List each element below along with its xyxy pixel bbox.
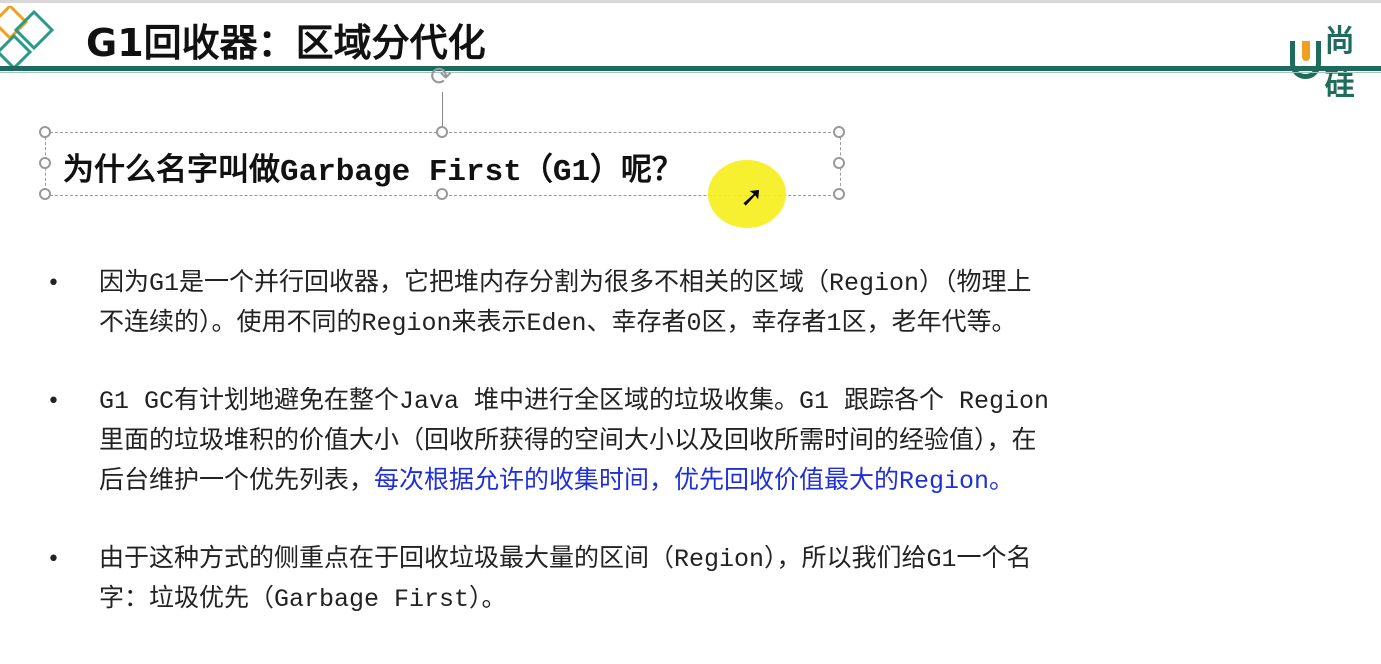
- bullet-line: 因为G1是一个并行回收器，它把堆内存分割为很多不相关的区域（Region）（物理…: [99, 264, 1032, 304]
- bullet-dot-icon: •: [47, 389, 60, 414]
- bullet-item: • 由于这种方式的侧重点在于回收垃圾最大量的区间（Region），所以我们给G1一…: [45, 540, 1375, 620]
- title-rule-shadow: [0, 72, 1381, 73]
- resize-handle-bottom-right[interactable]: [833, 188, 845, 200]
- bullet-line: 字：垃圾优先（Garbage First）。: [99, 580, 1032, 620]
- text-segment: 不连续的）。使用不同的Region来表示Eden、幸存者0区，幸存者1区，老年代…: [99, 309, 1017, 338]
- bullet-line: 由于这种方式的侧重点在于回收垃圾最大量的区间（Region），所以我们给G1一个…: [99, 540, 1032, 580]
- bullet-text: G1 GC有计划地避免在整个Java 堆中进行全区域的垃圾收集。G1 跟踪各个 …: [99, 382, 1049, 502]
- resize-handle-top-right[interactable]: [833, 126, 845, 138]
- diamond-logo-icon: [0, 6, 55, 66]
- slide-title: G1回收器：区域分代化: [86, 21, 486, 65]
- resize-handle-bottom-left[interactable]: [39, 188, 51, 200]
- resize-handle-right[interactable]: [833, 157, 845, 169]
- brand-u-icon: [1290, 41, 1321, 79]
- bullet-line: 不连续的）。使用不同的Region来表示Eden、幸存者0区，幸存者1区，老年代…: [99, 304, 1032, 344]
- text-segment: 因为G1是一个并行回收器，它把堆内存分割为很多不相关的区域（Region）（物理…: [99, 269, 1032, 298]
- window-top-border: [0, 0, 1381, 3]
- resize-handle-top[interactable]: [436, 126, 448, 138]
- bullet-item: • 因为G1是一个并行回收器，它把堆内存分割为很多不相关的区域（Region）（物…: [45, 264, 1375, 344]
- bullet-dot-icon: •: [47, 547, 60, 572]
- rotate-handle-icon[interactable]: ⟳: [428, 64, 454, 90]
- bullet-line: G1 GC有计划地避免在整个Java 堆中进行全区域的垃圾收集。G1 跟踪各个 …: [99, 382, 1049, 422]
- emphasized-text: 每次根据允许的收集时间，优先回收价值最大的Region。: [374, 467, 1015, 496]
- subtitle-text-box[interactable]: 为什么名字叫做Garbage First（G1）呢？: [63, 144, 683, 190]
- resize-handle-top-left[interactable]: [39, 126, 51, 138]
- bullet-item: • G1 GC有计划地避免在整个Java 堆中进行全区域的垃圾收集。G1 跟踪各个…: [45, 382, 1375, 502]
- text-segment: G1 GC有计划地避免在整个Java 堆中进行全区域的垃圾收集。G1 跟踪各个 …: [99, 387, 1050, 416]
- bullet-text: 因为G1是一个并行回收器，它把堆内存分割为很多不相关的区域（Region）（物理…: [99, 264, 1032, 344]
- resize-handle-left[interactable]: [39, 157, 51, 169]
- text-segment: 字：垃圾优先（Garbage First）。: [99, 585, 507, 614]
- brand-text: 尚硅: [1324, 24, 1355, 103]
- brand-logo: 尚硅: [1290, 16, 1381, 104]
- bullet-line: 里面的垃圾堆积的价值大小（回收所获得的空间大小以及回收所需时间的经验值），在: [99, 422, 1049, 462]
- text-segment: 由于这种方式的侧重点在于回收垃圾最大量的区间（Region），所以我们给G1一个…: [99, 545, 1032, 574]
- title-rule: [0, 66, 1381, 71]
- bullet-dot-icon: •: [47, 271, 60, 296]
- text-segment: 里面的垃圾堆积的价值大小（回收所获得的空间大小以及回收所需时间的经验值），在: [99, 427, 1037, 456]
- mouse-pointer-icon: ➚: [740, 180, 764, 213]
- bullet-list: • 因为G1是一个并行回收器，它把堆内存分割为很多不相关的区域（Region）（物…: [45, 264, 1375, 658]
- bullet-text: 由于这种方式的侧重点在于回收垃圾最大量的区间（Region），所以我们给G1一个…: [99, 540, 1032, 620]
- bullet-line: 后台维护一个优先列表，每次根据允许的收集时间，优先回收价值最大的Region。: [99, 462, 1049, 502]
- text-segment: 后台维护一个优先列表，: [99, 467, 375, 496]
